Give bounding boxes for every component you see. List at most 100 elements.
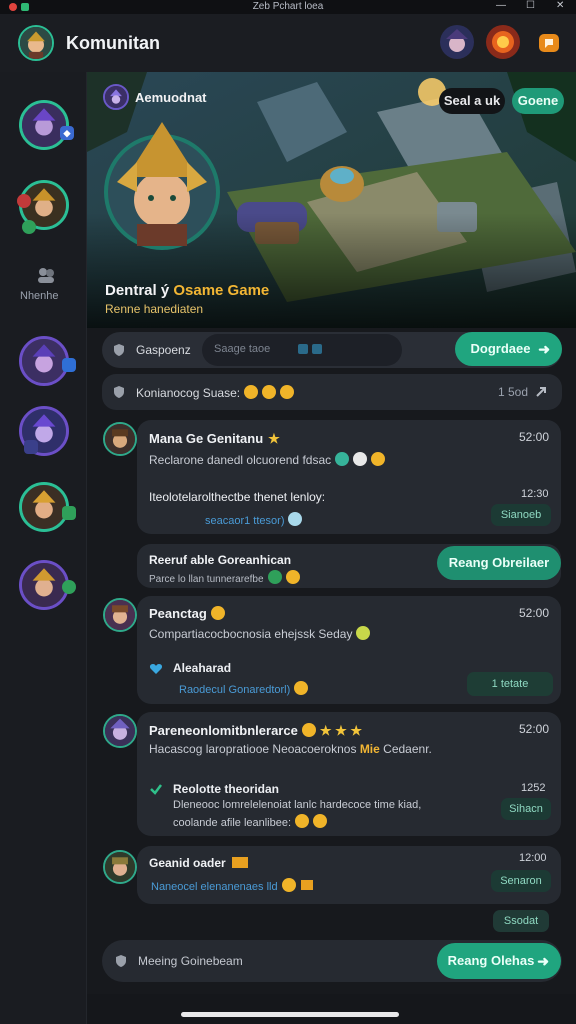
banner-title-highlight: Osame Game: [173, 282, 270, 299]
badge-icon: [62, 580, 76, 594]
post-text: Reclarone danedl olcuorend fdsac: [149, 452, 386, 467]
post-text-content: Compartiacocbocnosia ehejssk Seday: [149, 627, 353, 641]
sidebar-label: Nhenhe: [20, 290, 59, 302]
reply-body-text: coolande afile leanlibee:: [173, 817, 292, 829]
check-icon: [149, 782, 163, 796]
tab-icons: [296, 342, 326, 356]
notification-icon[interactable]: [539, 34, 559, 52]
emoji-icon: [210, 606, 225, 620]
emoji-icon: [301, 723, 316, 737]
post-text: Naneocel elenanenaes lld: [151, 878, 313, 893]
maximize-button[interactable]: ☐: [526, 0, 535, 11]
emoji-icon: [356, 626, 371, 640]
post-avatar[interactable]: [103, 422, 137, 456]
message-input[interactable]: Meeing Goinebeam: [138, 954, 243, 968]
post-card: Mana Ge Genitanu ★ 52:00 Reclarone danedl…: [137, 420, 561, 534]
group-icon[interactable]: [36, 266, 56, 284]
reply-time: 12:30: [521, 488, 549, 500]
tab-inactive: Saage taoe: [214, 343, 271, 355]
emoji-icon: [267, 570, 282, 584]
shield-icon: [112, 385, 126, 399]
chest-icon: [300, 880, 313, 890]
post-card: Pareneonlomitbnlerarce ★ ★ ★ 52:00 Hacasc…: [137, 712, 561, 836]
send-button-label: Reang Olehas: [447, 953, 535, 968]
post-text-content: Reclarone danedl olcuorend fdsac: [149, 453, 332, 467]
sidebar: ◆ Nhenhe: [0, 72, 87, 1024]
post-author: Reeruf able Goreanhican: [149, 553, 292, 567]
emoji-icon: [294, 681, 309, 695]
post-time: 12:00: [519, 852, 547, 864]
post-text-content: Naneocel elenanenaes lld: [151, 881, 278, 893]
close-button[interactable]: ✕: [556, 0, 564, 11]
banner-title: Dentral ý Osame Game: [105, 282, 269, 299]
reply-body: Dleneooc lomrelelenoiat lanlc hardecoce …: [173, 799, 422, 811]
post-author-text: Geanid oader: [149, 856, 226, 870]
reply-body: coolande afile leanlibee:: [173, 814, 328, 829]
reply-sub: Raodecul Gonaredtorl): [179, 681, 309, 696]
primary-action-button[interactable]: Goene: [512, 88, 564, 114]
post-action-button[interactable]: Reang Obreilaer: [437, 546, 561, 580]
secondary-action-button[interactable]: Seal a uk: [439, 88, 505, 114]
bottom-bar: [87, 994, 576, 1024]
channel-name: Aemuodnat: [135, 90, 207, 105]
post-card: Reeruf able Goreanhican Parce lo llan tu…: [137, 544, 561, 588]
reply-pill[interactable]: Sianoeb: [491, 504, 551, 526]
post-author-text: Pareneonlomitbnlerarce: [149, 723, 298, 738]
emoji-icon: [371, 452, 386, 466]
channel-avatar: [103, 84, 129, 110]
home-indicator[interactable]: [181, 1012, 399, 1017]
sidebar-item-community-5[interactable]: [19, 482, 69, 532]
reply-text: Iteolotelarolthectbe thenet lenloy:: [149, 490, 326, 504]
post-avatar[interactable]: [103, 714, 137, 748]
post-author: Geanid oader: [149, 856, 248, 870]
heart-icon: [149, 662, 163, 676]
badge-icon: [62, 358, 76, 372]
user-avatar[interactable]: [18, 25, 54, 61]
post-avatar[interactable]: [103, 598, 137, 632]
reply-time: 1252: [521, 782, 546, 794]
badge-icon: [24, 440, 38, 454]
post-author: Pareneonlomitbnlerarce ★ ★ ★: [149, 723, 362, 739]
sidebar-item-community-1[interactable]: [19, 100, 69, 150]
emoji-icon: [285, 570, 300, 584]
post-text-content: Hacascog laropratiooe Neoacoeroknos: [149, 742, 357, 756]
post-pill[interactable]: Senaron: [491, 870, 551, 892]
app-title: Komunitan: [66, 33, 160, 53]
emoji-icon: [262, 385, 277, 399]
send-button[interactable]: Reang Olehas ➜: [437, 943, 561, 979]
emoji-icon: [353, 452, 368, 466]
section-label: Konianocog Suase:: [136, 385, 295, 400]
tab-action-label: Dogrdaee: [470, 341, 531, 356]
post-time: 52:00: [519, 430, 550, 444]
main-content: Aemuodnat Seal a uk Goene Dentral ý Osam…: [87, 72, 576, 1024]
expand-icon[interactable]: [534, 385, 548, 399]
chest-icon: [231, 857, 248, 868]
section-header: Konianocog Suase: 1 5od: [102, 374, 562, 410]
post-author: Mana Ge Genitanu ★: [149, 431, 280, 447]
badge-icon: [17, 194, 31, 208]
friend-avatar[interactable]: [440, 25, 474, 59]
badge-icon: [22, 220, 36, 234]
post-text-highlight: Mie: [359, 742, 380, 756]
tab-inactive-container[interactable]: Saage taoe: [202, 334, 402, 366]
status-pill[interactable]: Ssodat: [493, 910, 549, 932]
post-sub-text: Parce lo llan tunnerarefbe: [149, 574, 264, 585]
post-text: Compartiacocbocnosia ehejssk Seday: [149, 626, 371, 641]
post-avatar[interactable]: [103, 850, 137, 884]
fire-avatar[interactable]: [486, 25, 520, 59]
star-icon: ★: [268, 431, 280, 446]
window-titlebar: Zeb Pchart loea — ☐ ✕: [0, 0, 576, 14]
post-text: Hacascog laropratiooe Neoacoeroknos Mie …: [149, 742, 432, 756]
reply-pill[interactable]: Sihacn: [501, 798, 551, 820]
tab-action-button[interactable]: Dogrdaee ➜: [455, 332, 562, 366]
reply-pill[interactable]: 1 tetate: [467, 672, 553, 696]
emoji-icon: [295, 814, 310, 828]
tab-active[interactable]: Gaspoenz: [136, 343, 191, 357]
emoji-icon: [280, 385, 295, 399]
star-icon: ★ ★ ★: [319, 723, 363, 738]
post-card: Peanctag 52:00 Compartiacocbocnosia ehej…: [137, 596, 561, 704]
app-header: Komunitan: [0, 14, 576, 73]
minimize-button[interactable]: —: [496, 0, 506, 11]
post-time: 52:00: [519, 606, 550, 620]
post-author-text: Peanctag: [149, 606, 207, 621]
